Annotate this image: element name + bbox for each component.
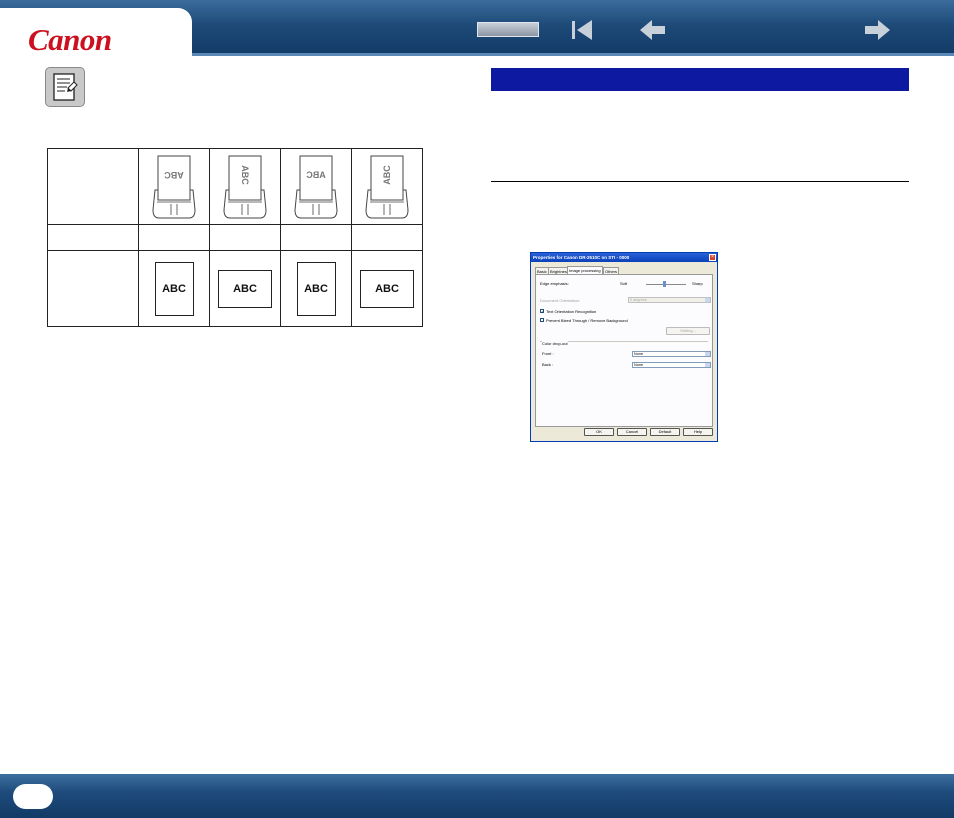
feeder-text: ABC xyxy=(240,165,250,185)
section-heading-bar xyxy=(491,68,909,91)
next-page-icon[interactable] xyxy=(862,16,892,44)
front-label: Front : xyxy=(542,351,554,356)
edge-slider-thumb[interactable] xyxy=(663,281,666,287)
feeder-illustration: ABC xyxy=(223,155,267,218)
ok-button[interactable]: OK xyxy=(584,428,614,436)
feeder-text: ABC xyxy=(382,164,392,184)
output-text: ABC xyxy=(375,282,399,295)
output-text: ABC xyxy=(304,282,328,295)
bleed-through-checkbox[interactable] xyxy=(540,318,544,322)
color-dropout-label: Color drop-out xyxy=(542,341,568,346)
document-orientation-value: 0 degrees xyxy=(630,298,647,302)
output-cell-2: ABC xyxy=(209,250,281,327)
output-page: ABC xyxy=(360,269,414,308)
output-text: ABC xyxy=(233,282,257,295)
setting-button[interactable]: Setting... xyxy=(666,327,710,335)
note-icon xyxy=(45,67,85,107)
first-page-icon[interactable] xyxy=(568,16,598,44)
feeder-text: ABC xyxy=(164,170,184,180)
output-cell-1: ABC xyxy=(138,250,210,327)
default-button[interactable]: Default xyxy=(650,428,680,436)
table-cell xyxy=(47,250,139,327)
tab-image-processing[interactable]: Image processing xyxy=(567,266,603,274)
help-button[interactable]: Help xyxy=(683,428,713,436)
table-cell xyxy=(209,224,281,251)
tab-panel: Edge emphasis: Soft Sharp Document Orien… xyxy=(535,274,713,427)
orientation-table: ABC ABC ABC ABC ABC ABC ABC ABC xyxy=(47,148,423,327)
tab-basic[interactable]: Basic xyxy=(535,267,549,274)
output-text: ABC xyxy=(162,282,186,295)
previous-page-icon[interactable] xyxy=(638,16,668,44)
output-cell-4: ABC xyxy=(351,250,423,327)
tab-others[interactable]: Others xyxy=(603,267,620,274)
table-row-label-cell xyxy=(47,148,139,225)
table-cell xyxy=(47,224,139,251)
cancel-button[interactable]: Cancel xyxy=(617,428,647,436)
edge-soft-label: Soft xyxy=(620,281,628,286)
divider xyxy=(491,181,909,182)
document-orientation-select[interactable]: 0 degrees xyxy=(628,297,711,303)
feeder-text: ABC xyxy=(306,170,326,180)
table-cell xyxy=(138,224,210,251)
dialog-title: Properties for Canon DR-2510C on STI - 0… xyxy=(531,253,717,262)
front-select[interactable]: None xyxy=(632,351,711,357)
bottom-bar xyxy=(0,774,954,818)
front-value: None xyxy=(634,352,644,356)
feeder-cell-3: ABC xyxy=(280,148,352,225)
edge-slider-track[interactable] xyxy=(646,284,686,285)
feeder-illustration: ABC xyxy=(365,155,409,218)
back-label: Back : xyxy=(542,362,554,367)
table-cell xyxy=(280,224,352,251)
properties-dialog-screenshot: Properties for Canon DR-2510C on STI - 0… xyxy=(530,252,718,442)
document-orientation-label: Document Orientation: xyxy=(540,298,581,303)
edge-sharp-label: Sharp xyxy=(692,281,703,286)
close-icon[interactable]: × xyxy=(709,254,716,261)
feeder-illustration: ABC xyxy=(152,155,196,218)
feeder-cell-2: ABC xyxy=(209,148,281,225)
table-cell xyxy=(351,224,423,251)
text-orientation-checkbox[interactable]: ✓ xyxy=(540,309,544,314)
text-orientation-label: Text Orientation Recognition xyxy=(546,309,597,314)
feeder-cell-4: ABC xyxy=(351,148,423,225)
back-select[interactable]: None xyxy=(632,362,711,368)
feeder-illustration: ABC xyxy=(294,155,338,218)
output-page: ABC xyxy=(218,269,272,308)
feeder-cell-1: ABC xyxy=(138,148,210,225)
edge-emphasis-label: Edge emphasis: xyxy=(540,281,569,286)
output-cell-3: ABC xyxy=(280,250,352,327)
page-number-badge xyxy=(13,784,53,809)
logo-tab: Canon xyxy=(0,8,192,57)
back-value: None xyxy=(634,363,644,367)
canon-logo: Canon xyxy=(28,22,112,57)
bleed-through-label: Prevent Bleed Through / Remove Backgroun… xyxy=(546,318,628,323)
output-page: ABC xyxy=(296,261,336,316)
output-page: ABC xyxy=(154,261,194,316)
top-menu-button[interactable] xyxy=(477,22,539,37)
